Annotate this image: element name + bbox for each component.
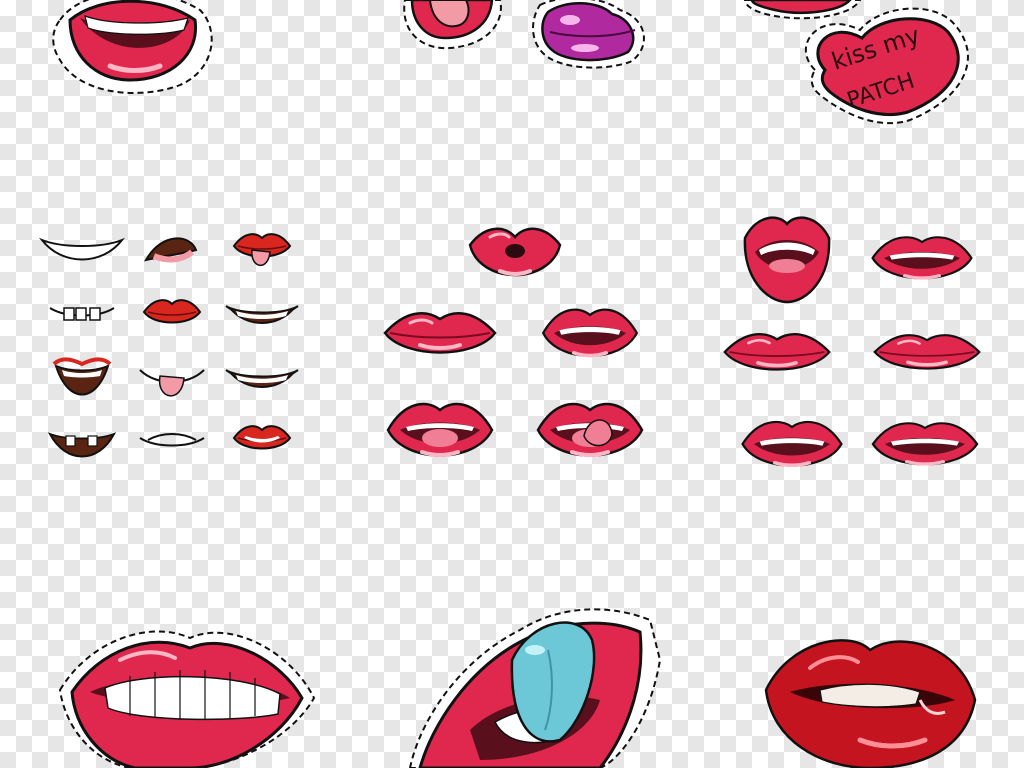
tongue-lips-sticker-icon (408, 608, 662, 768)
biting-lips-icon (764, 639, 977, 768)
teeth-lips-sticker-icon (58, 630, 316, 768)
lips-clipart-canvas: kiss my PATCH (38, 0, 982, 768)
glossy-lips-cluster-icon (383, 227, 644, 458)
cartoon-mouth-grid-icon (38, 233, 299, 458)
red-lips-grid-icon (722, 216, 982, 468)
red-lips-top-right-icon (743, 0, 862, 20)
lips-smile-sticker-icon (52, 0, 213, 94)
lips-tongue-sticker-icon (403, 0, 502, 50)
heart-patch-icon: kiss my PATCH (804, 7, 969, 125)
purple-lips-sticker-icon (532, 0, 645, 69)
